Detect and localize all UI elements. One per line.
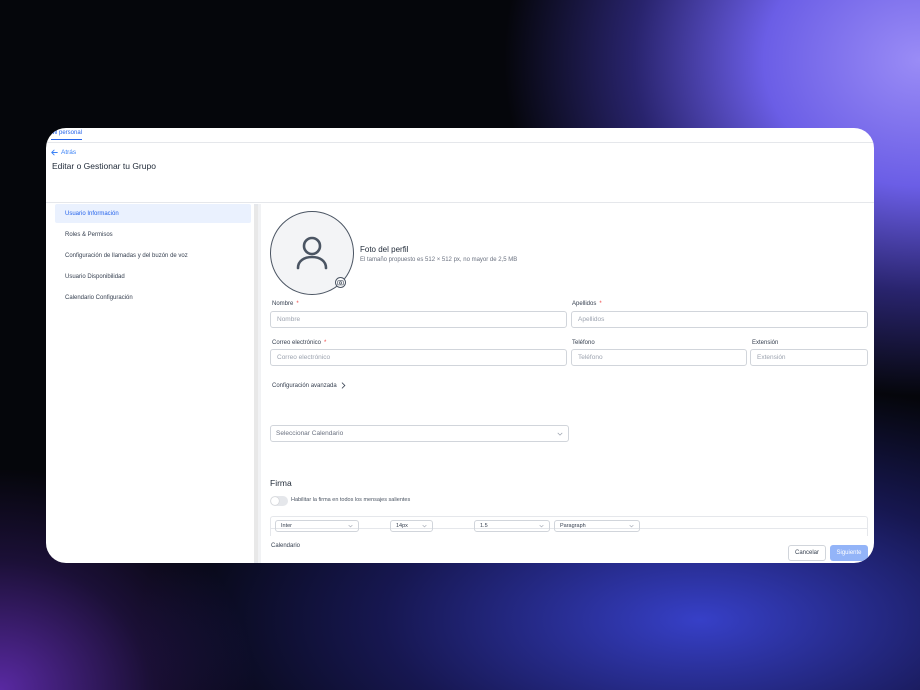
- sidebar-item-llamadas-buzon[interactable]: Configuración de llamadas y del buzón de…: [55, 246, 251, 265]
- camera-icon[interactable]: [335, 277, 346, 288]
- back-label: Atrás: [61, 149, 77, 156]
- nombre-input[interactable]: Nombre: [270, 311, 567, 328]
- app-window: Mi personal Atrás Editar o Gestionar tu …: [46, 128, 874, 563]
- sidebar-item-label: Calendario Configuración: [65, 294, 133, 301]
- correo-input[interactable]: Correo electrónico: [270, 349, 567, 366]
- font-size-select[interactable]: 14px: [390, 520, 433, 532]
- signature-toggle-label: Habilitar la firma en todos los mensajes…: [291, 497, 411, 503]
- apellidos-label: Apellidos *: [572, 301, 602, 307]
- required-mark: *: [324, 340, 327, 346]
- calendario-select-value: Seleccionar Calendario: [276, 430, 344, 437]
- extension-label: Extensión: [752, 340, 779, 346]
- correo-label: Correo electrónico *: [272, 340, 326, 346]
- sidebar-item-label: Usuario Disponibilidad: [65, 273, 125, 280]
- sidebar-item-usuario-informacion[interactable]: Usuario Información: [55, 204, 251, 223]
- block-format-value: Paragraph: [560, 523, 586, 529]
- sidebar-item-label: Configuración de llamadas y del buzón de…: [65, 252, 188, 259]
- sidebar-item-disponibilidad[interactable]: Usuario Disponibilidad: [55, 267, 251, 286]
- sidebar: Usuario Información Roles & Permisos Con…: [55, 204, 251, 309]
- telefono-input[interactable]: Teléfono: [571, 349, 747, 366]
- chevron-down-icon: [539, 524, 544, 528]
- advanced-settings-label: Configuración avanzada: [272, 382, 337, 389]
- extension-input[interactable]: Extensión: [750, 349, 868, 366]
- font-family-value: Inter: [281, 523, 293, 529]
- sidebar-item-label: Usuario Información: [65, 210, 119, 217]
- required-mark: *: [296, 301, 299, 307]
- photo-title: Foto del perfil: [360, 245, 409, 254]
- chevron-down-icon: [348, 524, 353, 528]
- apellidos-input[interactable]: Apellidos: [571, 311, 868, 328]
- line-height-value: 1.5: [480, 523, 488, 529]
- tab-mi-personal[interactable]: Mi personal: [51, 130, 83, 140]
- photo-description: El tamaño propuesto es 512 × 512 px, no …: [360, 257, 518, 263]
- font-size-value: 14px: [396, 523, 408, 529]
- nombre-label-text: Nombre: [272, 301, 294, 307]
- calendario-select[interactable]: Seleccionar Calendario: [270, 425, 569, 442]
- arrow-left-icon: [51, 149, 58, 156]
- apellidos-label-text: Apellidos: [572, 301, 597, 307]
- sidebar-item-label: Roles & Permisos: [65, 231, 113, 238]
- main-content: Foto del perfil El tamaño propuesto es 5…: [261, 204, 874, 563]
- advanced-settings-link[interactable]: Configuración avanzada: [272, 382, 346, 389]
- next-button[interactable]: Siguiente: [830, 545, 868, 561]
- chevron-down-icon: [557, 432, 563, 436]
- user-icon: [296, 236, 328, 270]
- chevron-right-icon: [341, 382, 346, 389]
- sidebar-item-roles-permisos[interactable]: Roles & Permisos: [55, 225, 251, 244]
- correo-label-text: Correo electrónico: [272, 340, 322, 346]
- line-height-select[interactable]: 1.5: [474, 520, 550, 532]
- telefono-label: Teléfono: [572, 340, 595, 346]
- page-title: Editar o Gestionar tu Grupo: [52, 161, 156, 171]
- signature-editor-toolbar: Inter 14px 1.5 Paragraph: [270, 516, 868, 536]
- toggle-knob: [271, 497, 279, 505]
- sidebar-item-calendario[interactable]: Calendario Configuración: [55, 288, 251, 307]
- back-link[interactable]: Atrás: [51, 149, 76, 156]
- font-family-select[interactable]: Inter: [275, 520, 359, 532]
- firma-title: Firma: [270, 478, 292, 488]
- signature-toggle[interactable]: [270, 496, 288, 506]
- chevron-down-icon: [629, 524, 634, 528]
- header-divider: [46, 202, 874, 203]
- cancel-button[interactable]: Cancelar: [788, 545, 826, 561]
- block-format-select[interactable]: Paragraph: [554, 520, 640, 532]
- top-nav: Mi personal: [46, 128, 874, 143]
- required-mark: *: [599, 301, 602, 307]
- calendario-label: Calendario: [271, 543, 301, 549]
- chevron-down-icon: [422, 524, 427, 528]
- nombre-label: Nombre *: [272, 301, 299, 307]
